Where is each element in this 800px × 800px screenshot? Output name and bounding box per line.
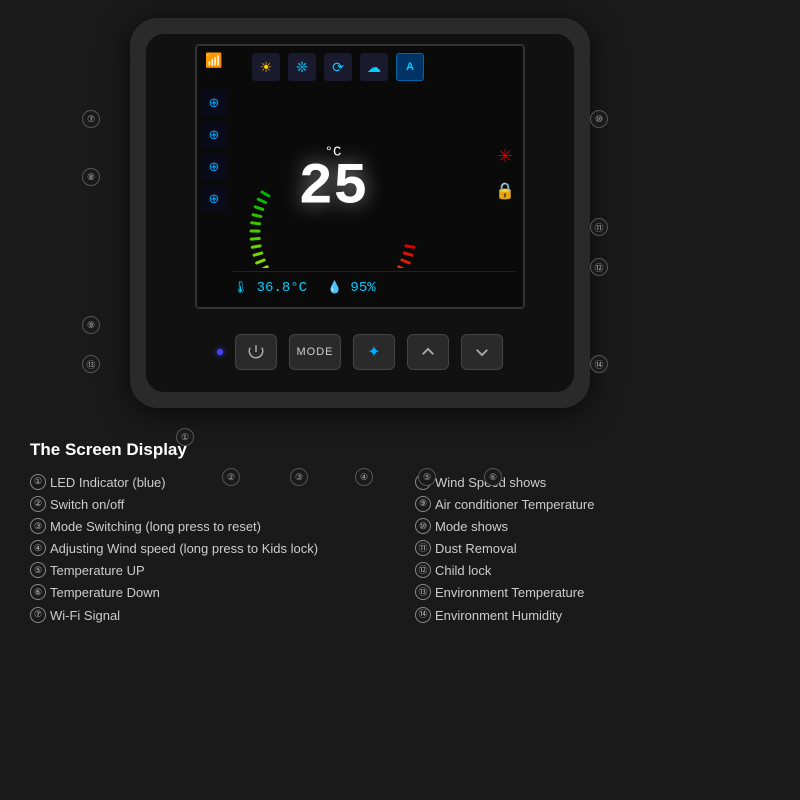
fan-button[interactable]: ✦ — [353, 334, 395, 370]
mode-icon-sun: ☀ — [252, 53, 280, 81]
desc-item-2: ② Switch on/off — [30, 494, 395, 516]
desc-num-6: ⑥ — [30, 584, 46, 600]
right-status-icons: ✳ 🔒 — [495, 146, 515, 201]
annot-12: ⑫ — [590, 258, 608, 276]
annot-6: ⑥ — [484, 468, 502, 486]
mode-icons-row: ☀ ❊ ⟳ ☁ A — [252, 52, 518, 82]
temperature-display: °C 25 — [298, 146, 368, 218]
power-button[interactable] — [235, 334, 277, 370]
device-inner: 📶 ☀ ❊ ⟳ ☁ A ⊕ ⊕ ⊕ ⊕ — [146, 34, 574, 392]
desc-num-5: ⑤ — [30, 562, 46, 578]
fan-icon: ✦ — [367, 342, 380, 362]
mode-button[interactable]: MODE — [289, 334, 341, 370]
child-lock-icon: 🔒 — [495, 181, 515, 201]
annot-2: ② — [222, 468, 240, 486]
desc-item-9: ⑨ Air conditioner Temperature — [415, 494, 780, 516]
bottom-readings: 🌡 36.8°C 💧 95% — [233, 271, 515, 299]
desc-item-7: ⑦ Wi-Fi Signal — [30, 605, 395, 627]
desc-num-10: ⑩ — [415, 518, 431, 534]
annot-1: ① — [176, 428, 194, 446]
temperature-gauge: // We'll draw these in a loop via JS aft… — [233, 88, 433, 268]
desc-num-14: ⑭ — [415, 607, 431, 623]
env-humidity-reading: 💧 95% — [327, 280, 376, 296]
desc-item-12: ⑫ Child lock — [415, 560, 780, 582]
temp-value: 25 — [298, 160, 368, 218]
button-row: MODE ✦ — [146, 334, 574, 370]
fan-speed-1: ⊕ — [201, 90, 227, 116]
desc-item-8: ⑧ Wind Speed shows — [415, 472, 780, 494]
annot-3: ③ — [290, 468, 308, 486]
desc-num-13: ⑬ — [415, 584, 431, 600]
description-section: The Screen Display ① LED Indicator (blue… — [30, 440, 780, 790]
temp-icon: 🌡 — [233, 281, 248, 295]
annot-14: ⑭ — [590, 355, 608, 373]
annot-11: ⑪ — [590, 218, 608, 236]
mode-icon-auto: A — [396, 53, 424, 81]
desc-item-14: ⑭ Environment Humidity — [415, 605, 780, 627]
annot-10: ⑩ — [590, 110, 608, 128]
dust-removal-icon: ✳ — [497, 146, 512, 167]
env-temp-reading: 🌡 36.8°C — [233, 280, 307, 296]
desc-num-4: ④ — [30, 540, 46, 556]
desc-item-5: ⑤ Temperature UP — [30, 560, 395, 582]
desc-item-11: ⑪ Dust Removal — [415, 538, 780, 560]
desc-col-right: ⑧ Wind Speed shows ⑨ Air conditioner Tem… — [415, 472, 780, 627]
annot-13: ⑬ — [82, 355, 100, 373]
fan-speed-3: ⊕ — [201, 154, 227, 180]
desc-num-9: ⑨ — [415, 496, 431, 512]
temp-up-button[interactable] — [407, 334, 449, 370]
mode-icon-fan: ⟳ — [324, 53, 352, 81]
desc-item-13: ⑬ Environment Temperature — [415, 582, 780, 604]
desc-col-left: ① LED Indicator (blue) ② Switch on/off ③… — [30, 472, 395, 627]
wifi-icon: 📶 — [205, 52, 222, 69]
annot-5: ⑤ — [418, 468, 436, 486]
temp-down-button[interactable] — [461, 334, 503, 370]
desc-item-3: ③ Mode Switching (long press to reset) — [30, 516, 395, 538]
led-indicator — [217, 349, 223, 355]
desc-num-12: ⑫ — [415, 562, 431, 578]
desc-num-1: ① — [30, 474, 46, 490]
desc-num-2: ② — [30, 496, 46, 512]
annot-4: ④ — [355, 468, 373, 486]
annot-7: ⑦ — [82, 110, 100, 128]
screen-display: 📶 ☀ ❊ ⟳ ☁ A ⊕ ⊕ ⊕ ⊕ — [195, 44, 525, 309]
description-grid: ① LED Indicator (blue) ② Switch on/off ③… — [30, 472, 780, 627]
wind-speed-icons: ⊕ ⊕ ⊕ ⊕ — [201, 90, 227, 212]
desc-num-11: ⑪ — [415, 540, 431, 556]
desc-item-10: ⑩ Mode shows — [415, 516, 780, 538]
fan-speed-4: ⊕ — [201, 186, 227, 212]
desc-num-3: ③ — [30, 518, 46, 534]
annot-8: ⑧ — [82, 168, 100, 186]
fan-speed-2: ⊕ — [201, 122, 227, 148]
desc-item-4: ④ Adjusting Wind speed (long press to Ki… — [30, 538, 395, 560]
description-title: The Screen Display — [30, 440, 780, 460]
mode-icon-dry: ☁ — [360, 53, 388, 81]
device-outer: 📶 ☀ ❊ ⟳ ☁ A ⊕ ⊕ ⊕ ⊕ — [130, 18, 590, 408]
mode-icon-snow: ❊ — [288, 53, 316, 81]
desc-num-7: ⑦ — [30, 607, 46, 623]
humidity-icon: 💧 — [327, 281, 342, 295]
desc-item-1: ① LED Indicator (blue) — [30, 472, 395, 494]
desc-item-6: ⑥ Temperature Down — [30, 582, 395, 604]
annot-9: ⑨ — [82, 316, 100, 334]
